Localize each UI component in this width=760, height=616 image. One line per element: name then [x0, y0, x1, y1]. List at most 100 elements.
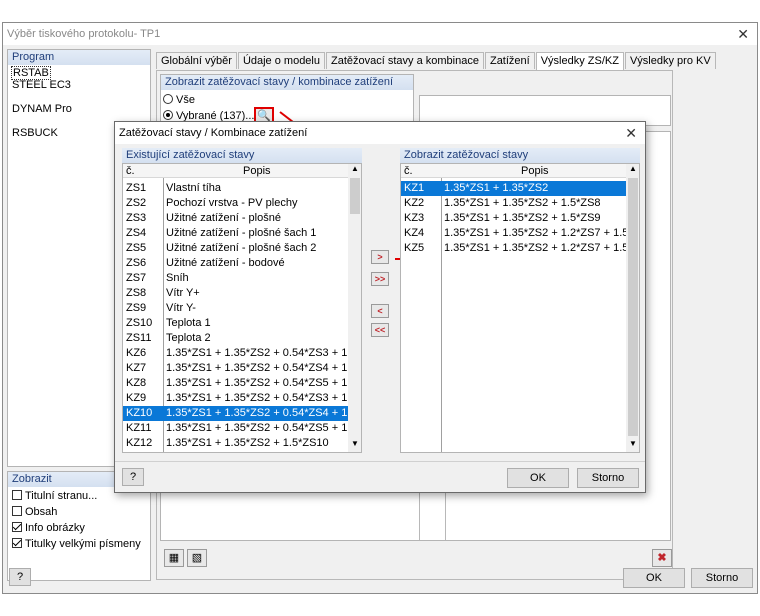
item-number: KZ10: [126, 407, 153, 419]
zobrazit-option[interactable]: Titulky velkými písmeny: [12, 538, 146, 554]
list-item[interactable]: KZ2 1.35*ZS1 + 1.35*ZS2 + 1.5*ZS8: [401, 196, 626, 211]
radio-all-indicator[interactable]: [163, 94, 173, 104]
item-description: Teplota 1: [166, 317, 211, 329]
scroll-up-icon[interactable]: ▲: [351, 164, 359, 173]
list-item[interactable]: KZ11 1.35*ZS1 + 1.35*ZS2 + 0.54*ZS5 + 1.5…: [123, 421, 361, 436]
cancel-button[interactable]: Storno: [691, 568, 753, 588]
list-item[interactable]: KZ10 1.35*ZS1 + 1.35*ZS2 + 0.54*ZS4 + 1.5…: [123, 406, 361, 421]
list-item[interactable]: ZS7 Sníh: [123, 271, 348, 286]
display-list: č. Popis KZ1 1.35*ZS1 + 1.35*ZS2 KZ2 1.35*Z…: [400, 163, 640, 453]
item-number: KZ2: [404, 197, 425, 209]
remove-all-button[interactable]: <<: [371, 323, 389, 337]
program-item[interactable]: DYNAM Pro: [12, 103, 146, 115]
tab[interactable]: Výsledky pro KV: [624, 52, 716, 69]
checkbox[interactable]: [12, 538, 22, 548]
scroll-up-icon[interactable]: ▲: [629, 164, 637, 173]
list-item[interactable]: KZ6 1.35*ZS1 + 1.35*ZS2 + 0.54*ZS3 + 1.5*…: [123, 346, 361, 361]
list-item[interactable]: KZ9 1.35*ZS1 + 1.35*ZS2 + 0.54*ZS3 + 1.5*…: [123, 391, 361, 406]
item-number: ZS7: [126, 272, 147, 284]
radio-selected-indicator[interactable]: [163, 110, 173, 120]
existing-rows: ZS1 Vlastní tíha ZS2 Pochozí vrstva - PV pl…: [123, 181, 361, 451]
display-list-group: Zobrazit zatěžovací stavy č. Popis KZ1 1.…: [400, 148, 640, 454]
tab[interactable]: Výsledky ZS/KZ: [535, 52, 624, 70]
dialog-ok-button[interactable]: OK: [507, 468, 569, 488]
program-item[interactable]: RSTAB: [11, 66, 51, 80]
list-item[interactable]: KZ5 1.35*ZS1 + 1.35*ZS2 + 1.2*ZS7 + 1.5*Z…: [401, 241, 639, 256]
existing-scrollbar[interactable]: ▲ ▼: [348, 164, 361, 452]
item-number: ZS3: [126, 212, 147, 224]
scroll-down-icon[interactable]: ▼: [351, 439, 359, 448]
tab[interactable]: Údaje o modelu: [237, 52, 325, 69]
dialog-help-button[interactable]: ?: [122, 468, 144, 486]
deselect-all-icon-button[interactable]: ▧: [187, 549, 207, 567]
select-all-icon-button[interactable]: ▦: [164, 549, 184, 567]
item-description: Užitné zatížení - plošné: [166, 212, 281, 224]
scroll-thumb[interactable]: [350, 178, 360, 214]
col-desc-header: Popis: [243, 165, 271, 177]
item-number: KZ4: [404, 227, 425, 239]
item-description: Pochozí vrstva - PV plechy: [166, 197, 298, 209]
item-number: ZS10: [126, 317, 153, 329]
checkbox-label: Info obrázky: [25, 522, 85, 534]
list-item[interactable]: KZ12 1.35*ZS1 + 1.35*ZS2 + 1.5*ZS10: [123, 436, 348, 451]
add-button[interactable]: >: [371, 250, 389, 264]
list-item[interactable]: ZS6 Užitné zatížení - bodové: [123, 256, 348, 271]
list-item[interactable]: KZ4 1.35*ZS1 + 1.35*ZS2 + 1.2*ZS7 + 1.5*Z…: [401, 226, 639, 241]
dialog-cancel-button[interactable]: Storno: [577, 468, 639, 488]
delete-icon-button[interactable]: ✖: [652, 549, 672, 567]
existing-list-header: Existující zatěžovací stavy: [122, 148, 362, 163]
list-item[interactable]: KZ1 1.35*ZS1 + 1.35*ZS2: [401, 181, 626, 196]
checkbox-label: Obsah: [25, 506, 58, 518]
program-item[interactable]: STEEL EC3: [12, 79, 146, 91]
item-number: ZS9: [126, 302, 147, 314]
tab[interactable]: Zatížení: [484, 52, 535, 69]
checkbox-label: Titulní stranu...: [25, 490, 98, 502]
list-item[interactable]: ZS4 Užitné zatížení - plošné šach 1: [123, 226, 348, 241]
item-number: ZS5: [126, 242, 147, 254]
checkbox[interactable]: [12, 490, 22, 500]
delete-icon: ✖: [657, 552, 667, 564]
remove-button[interactable]: <: [371, 304, 389, 318]
list-item[interactable]: ZS3 Užitné zatížení - plošné: [123, 211, 348, 226]
list-item[interactable]: ZS9 Vítr Y-: [123, 301, 348, 316]
list-item[interactable]: KZ8 1.35*ZS1 + 1.35*ZS2 + 0.54*ZS5 + 1.5*…: [123, 376, 361, 391]
list-item[interactable]: ZS8 Vítr Y+: [123, 286, 348, 301]
item-description: Užitné zatížení - plošné šach 1: [166, 227, 317, 239]
ok-button[interactable]: OK: [623, 568, 685, 588]
radio-all-label: Vše: [176, 94, 195, 106]
list-item[interactable]: ZS5 Užitné zatížení - plošné šach 2: [123, 241, 348, 256]
col-no-header: č.: [404, 165, 413, 177]
item-description: Vlastní tíha: [166, 182, 222, 194]
zobrazit-option[interactable]: Obsah: [12, 506, 146, 522]
item-description: Vítr Y+: [166, 287, 200, 299]
help-button[interactable]: ?: [9, 568, 31, 586]
tab[interactable]: Zatěžovací stavy a kombinace: [326, 52, 484, 69]
list-item[interactable]: ZS2 Pochozí vrstva - PV plechy: [123, 196, 348, 211]
tab[interactable]: Globální výběr: [156, 52, 237, 69]
scroll-down-icon[interactable]: ▼: [629, 439, 637, 448]
table-deselect-icon: ▧: [191, 552, 203, 564]
list-item[interactable]: ZS11 Teplota 2: [123, 331, 348, 346]
zobrazit-option[interactable]: Info obrázky: [12, 522, 146, 538]
list-item[interactable]: KZ7 1.35*ZS1 + 1.35*ZS2 + 0.54*ZS4 + 1.5*…: [123, 361, 361, 376]
display-rows: KZ1 1.35*ZS1 + 1.35*ZS2 KZ2 1.35*ZS1 + 1.35…: [401, 181, 639, 256]
close-icon[interactable]: ✕: [737, 26, 749, 43]
dialog-close-icon[interactable]: ✕: [625, 125, 637, 142]
item-description: 1.35*ZS1 + 1.35*ZS2 + 1.5*ZS9: [444, 212, 601, 224]
existing-list: č. Popis ZS1 Vlastní tíha ZS2 Pochozí vrstv…: [122, 163, 362, 453]
item-description: Sníh: [166, 272, 189, 284]
scroll-thumb[interactable]: [628, 178, 638, 436]
checkbox[interactable]: [12, 522, 22, 532]
add-all-button[interactable]: >>: [371, 272, 389, 286]
item-description: 1.35*ZS1 + 1.35*ZS2: [444, 182, 549, 194]
list-item[interactable]: ZS1 Vlastní tíha: [123, 181, 348, 196]
display-scrollbar[interactable]: ▲ ▼: [626, 164, 639, 452]
help-icon: ?: [16, 571, 24, 583]
col-no-header: č.: [126, 165, 135, 177]
dialog-titlebar: Zatěžovací stavy / Kombinace zatížení ✕: [115, 122, 645, 144]
loadcase-dialog: Zatěžovací stavy / Kombinace zatížení ✕ …: [114, 121, 646, 493]
item-number: KZ3: [404, 212, 425, 224]
checkbox[interactable]: [12, 506, 22, 516]
list-item[interactable]: KZ3 1.35*ZS1 + 1.35*ZS2 + 1.5*ZS9: [401, 211, 626, 226]
list-item[interactable]: ZS10 Teplota 1: [123, 316, 348, 331]
